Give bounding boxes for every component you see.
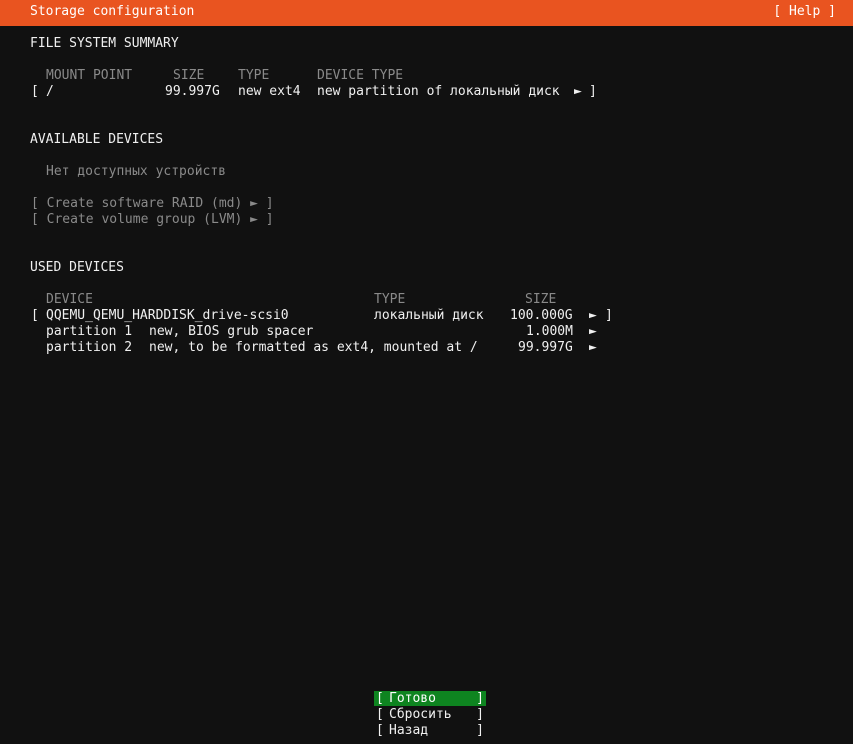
disk-device-name: QQEMU_QEMU_HARDDISK_drive-scsi0 — [46, 308, 289, 323]
used-devices-heading: USED DEVICES — [30, 260, 124, 275]
col-type: TYPE — [238, 68, 270, 83]
partition-row[interactable]: partition 2 new, to be formatted as ext4… — [0, 340, 853, 356]
screen-title: Storage configuration — [30, 4, 195, 19]
create-lvm-button[interactable]: [ Create volume group (LVM) ► ] — [31, 212, 274, 228]
reset-label: Сбросить — [389, 707, 452, 722]
row-open-bracket: [ — [31, 84, 39, 99]
create-raid-button[interactable]: [ Create software RAID (md) ► ] — [31, 196, 274, 212]
reset-close-bracket: ] — [476, 707, 484, 722]
fs-summary-row[interactable]: [ / 99.997G new ext4 new partition of ло… — [0, 84, 853, 100]
row-close-bracket: ] — [589, 84, 597, 99]
reset-button[interactable]: [ Сбросить ] — [374, 707, 486, 722]
partition-menu-arrow-icon[interactable]: ► — [589, 324, 597, 340]
col-device-type: DEVICE TYPE — [317, 68, 404, 83]
col-size: SIZE — [173, 68, 205, 83]
row-device-type: new partition of локальный диск — [317, 84, 560, 99]
done-button[interactable]: [ Готово ] — [374, 691, 486, 706]
back-button[interactable]: [ Назад ] — [374, 723, 486, 738]
disk-type: локальный диск — [374, 308, 484, 323]
reset-open-bracket: [ — [376, 707, 384, 722]
back-close-bracket: ] — [476, 723, 484, 738]
row-mount-point: / — [46, 84, 54, 99]
fs-summary-header-row: MOUNT POINT SIZE TYPE DEVICE TYPE — [0, 68, 853, 84]
disk-close-bracket: ] — [605, 308, 613, 323]
installer-screen: Storage configuration [ Help ] FILE SYST… — [0, 0, 853, 744]
disk-row[interactable]: [ QQEMU_QEMU_HARDDISK_drive-scsi0 локаль… — [0, 308, 853, 324]
partition-size: 99.997G — [518, 340, 573, 355]
partition-name: partition 2 — [46, 340, 133, 355]
col-device: DEVICE — [46, 292, 93, 307]
partition-description: new, BIOS grub spacer — [149, 324, 314, 339]
disk-menu-arrow-icon[interactable]: ► — [589, 308, 597, 324]
available-devices-heading: AVAILABLE DEVICES — [30, 132, 164, 147]
col-type: TYPE — [374, 292, 406, 307]
col-mount-point: MOUNT POINT — [46, 68, 133, 83]
no-devices-text: Нет доступных устройств — [46, 164, 227, 179]
title-bar: Storage configuration [ Help ] — [0, 0, 853, 26]
back-label: Назад — [389, 723, 429, 738]
disk-size: 100.000G — [510, 308, 573, 323]
disk-open-bracket: [ — [31, 308, 39, 323]
partition-size: 1.000M — [526, 324, 573, 339]
done-open-bracket: [ — [376, 691, 384, 706]
partition-row[interactable]: partition 1 new, BIOS grub spacer 1.000M… — [0, 324, 853, 340]
row-menu-arrow-icon[interactable]: ► — [574, 84, 582, 100]
back-open-bracket: [ — [376, 723, 384, 738]
used-devices-header-row: DEVICE TYPE SIZE — [0, 292, 853, 308]
row-size: 99.997G — [165, 84, 220, 99]
col-size: SIZE — [525, 292, 557, 307]
partition-menu-arrow-icon[interactable]: ► — [589, 340, 597, 356]
partition-name: partition 1 — [46, 324, 133, 339]
help-button[interactable]: [ Help ] — [773, 4, 836, 19]
partition-description: new, to be formatted as ext4, mounted at… — [149, 340, 478, 355]
row-type: new ext4 — [238, 84, 301, 99]
done-label: Готово — [389, 691, 436, 706]
fs-summary-heading: FILE SYSTEM SUMMARY — [30, 36, 179, 51]
done-close-bracket: ] — [476, 691, 484, 706]
